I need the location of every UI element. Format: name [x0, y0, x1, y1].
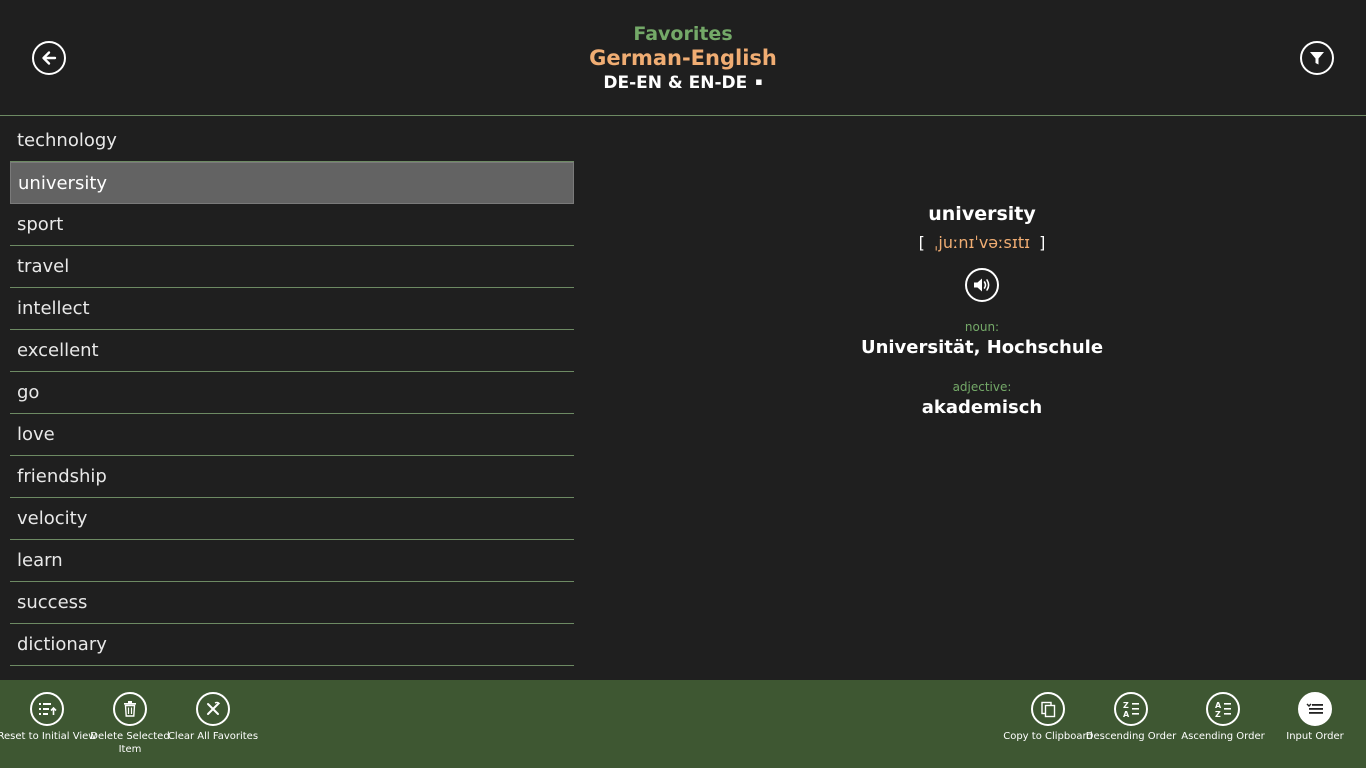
filter-button[interactable]: [1300, 41, 1334, 75]
language-title: German-English: [589, 46, 777, 70]
list-item[interactable]: technology: [10, 120, 574, 162]
page-titles: Favorites German-English DE-EN & EN-DE ▪: [0, 22, 1366, 95]
list-item[interactable]: excellent: [10, 330, 574, 372]
sort-descending-icon: Z A: [1123, 701, 1139, 719]
input-order-button[interactable]: Input Order: [1265, 692, 1365, 743]
favorites-word-list[interactable]: technology university sport travel intel…: [10, 120, 574, 666]
svg-text:Z: Z: [1215, 710, 1221, 719]
list-item-label: intellect: [17, 298, 90, 319]
clear-all-label: Clear All Favorites: [167, 731, 259, 742]
list-item[interactable]: success: [10, 582, 574, 624]
svg-text:A: A: [1123, 710, 1130, 719]
detail-word: university: [928, 203, 1036, 225]
list-item[interactable]: sport: [10, 204, 574, 246]
input-order-label: Input Order: [1286, 731, 1344, 742]
list-item-label: friendship: [17, 466, 107, 487]
list-item-label: excellent: [17, 340, 99, 361]
list-item[interactable]: friendship: [10, 456, 574, 498]
section-title: Favorites: [633, 23, 733, 45]
descending-order-label: Descending Order: [1085, 731, 1177, 742]
play-pronunciation-button[interactable]: [965, 268, 999, 302]
list-item-label: go: [17, 382, 40, 403]
part-of-speech: noun:: [964, 320, 1000, 334]
ascending-icon-circle: A Z: [1206, 692, 1240, 726]
list-item-label: learn: [17, 550, 63, 571]
list-item[interactable]: travel: [10, 246, 574, 288]
copy-icon-circle: [1031, 692, 1065, 726]
svg-text:Z: Z: [1123, 701, 1129, 710]
dropdown-indicator-icon: ▪: [755, 75, 763, 88]
list-item-label: travel: [17, 256, 70, 277]
list-item[interactable]: go: [10, 372, 574, 414]
list-item-label: university: [18, 172, 108, 194]
part-of-speech: adjective:: [952, 380, 1012, 394]
direction-selector[interactable]: DE-EN & EN-DE ▪: [0, 70, 1366, 95]
pronunciation: [ ˌjuːnɪˈvəːsɪtɪ ]: [800, 230, 1164, 256]
clipboard-icon: [1041, 701, 1056, 718]
header: Favorites German-English DE-EN & EN-DE ▪: [0, 0, 1366, 116]
clear-all-button[interactable]: Clear All Favorites: [163, 692, 263, 743]
list-item[interactable]: velocity: [10, 498, 574, 540]
bracket-open: [: [918, 233, 925, 252]
app-bar: Reset to Initial View Delete Selected It…: [0, 680, 1366, 768]
list-item-selected[interactable]: university: [10, 162, 574, 204]
list-item-label: sport: [17, 214, 64, 235]
pronunciation-ipa: ˌjuːnɪˈvəːsɪtɪ: [933, 233, 1031, 252]
reset-view-icon-circle: [30, 692, 64, 726]
list-item-label: success: [17, 592, 88, 613]
ascending-order-button[interactable]: A Z Ascending Order: [1173, 692, 1273, 743]
list-item[interactable]: intellect: [10, 288, 574, 330]
input-order-icon-circle: [1298, 692, 1332, 726]
clear-all-icon-circle: [196, 692, 230, 726]
trash-icon: [124, 701, 136, 717]
reset-list-icon: [39, 703, 57, 715]
sort-ascending-icon: A Z: [1215, 701, 1231, 719]
speaker-icon: [974, 278, 990, 292]
list-item[interactable]: love: [10, 414, 574, 456]
direction-label: DE-EN & EN-DE: [603, 73, 748, 93]
filter-icon: [1310, 52, 1324, 65]
delete-icon-circle: [113, 692, 147, 726]
translation: Universität, Hochschule: [860, 337, 1104, 358]
word-detail-panel: university [ ˌjuːnɪˈvəːsɪtɪ ] noun: Univ…: [800, 200, 1164, 420]
descending-order-button[interactable]: Z A Descending Order: [1081, 692, 1181, 743]
list-item-label: technology: [17, 130, 117, 151]
list-item[interactable]: dictionary: [10, 624, 574, 666]
ascending-order-label: Ascending Order: [1181, 731, 1265, 742]
descending-icon-circle: Z A: [1114, 692, 1148, 726]
list-item[interactable]: learn: [10, 540, 574, 582]
svg-text:A: A: [1215, 701, 1222, 710]
translation: akademisch: [921, 397, 1043, 418]
clear-icon: [207, 701, 221, 715]
list-item-label: velocity: [17, 508, 88, 529]
list-item-label: love: [17, 424, 55, 445]
list-order-icon: [1306, 703, 1323, 714]
bracket-close: ]: [1039, 233, 1046, 252]
list-item-label: dictionary: [17, 634, 107, 655]
